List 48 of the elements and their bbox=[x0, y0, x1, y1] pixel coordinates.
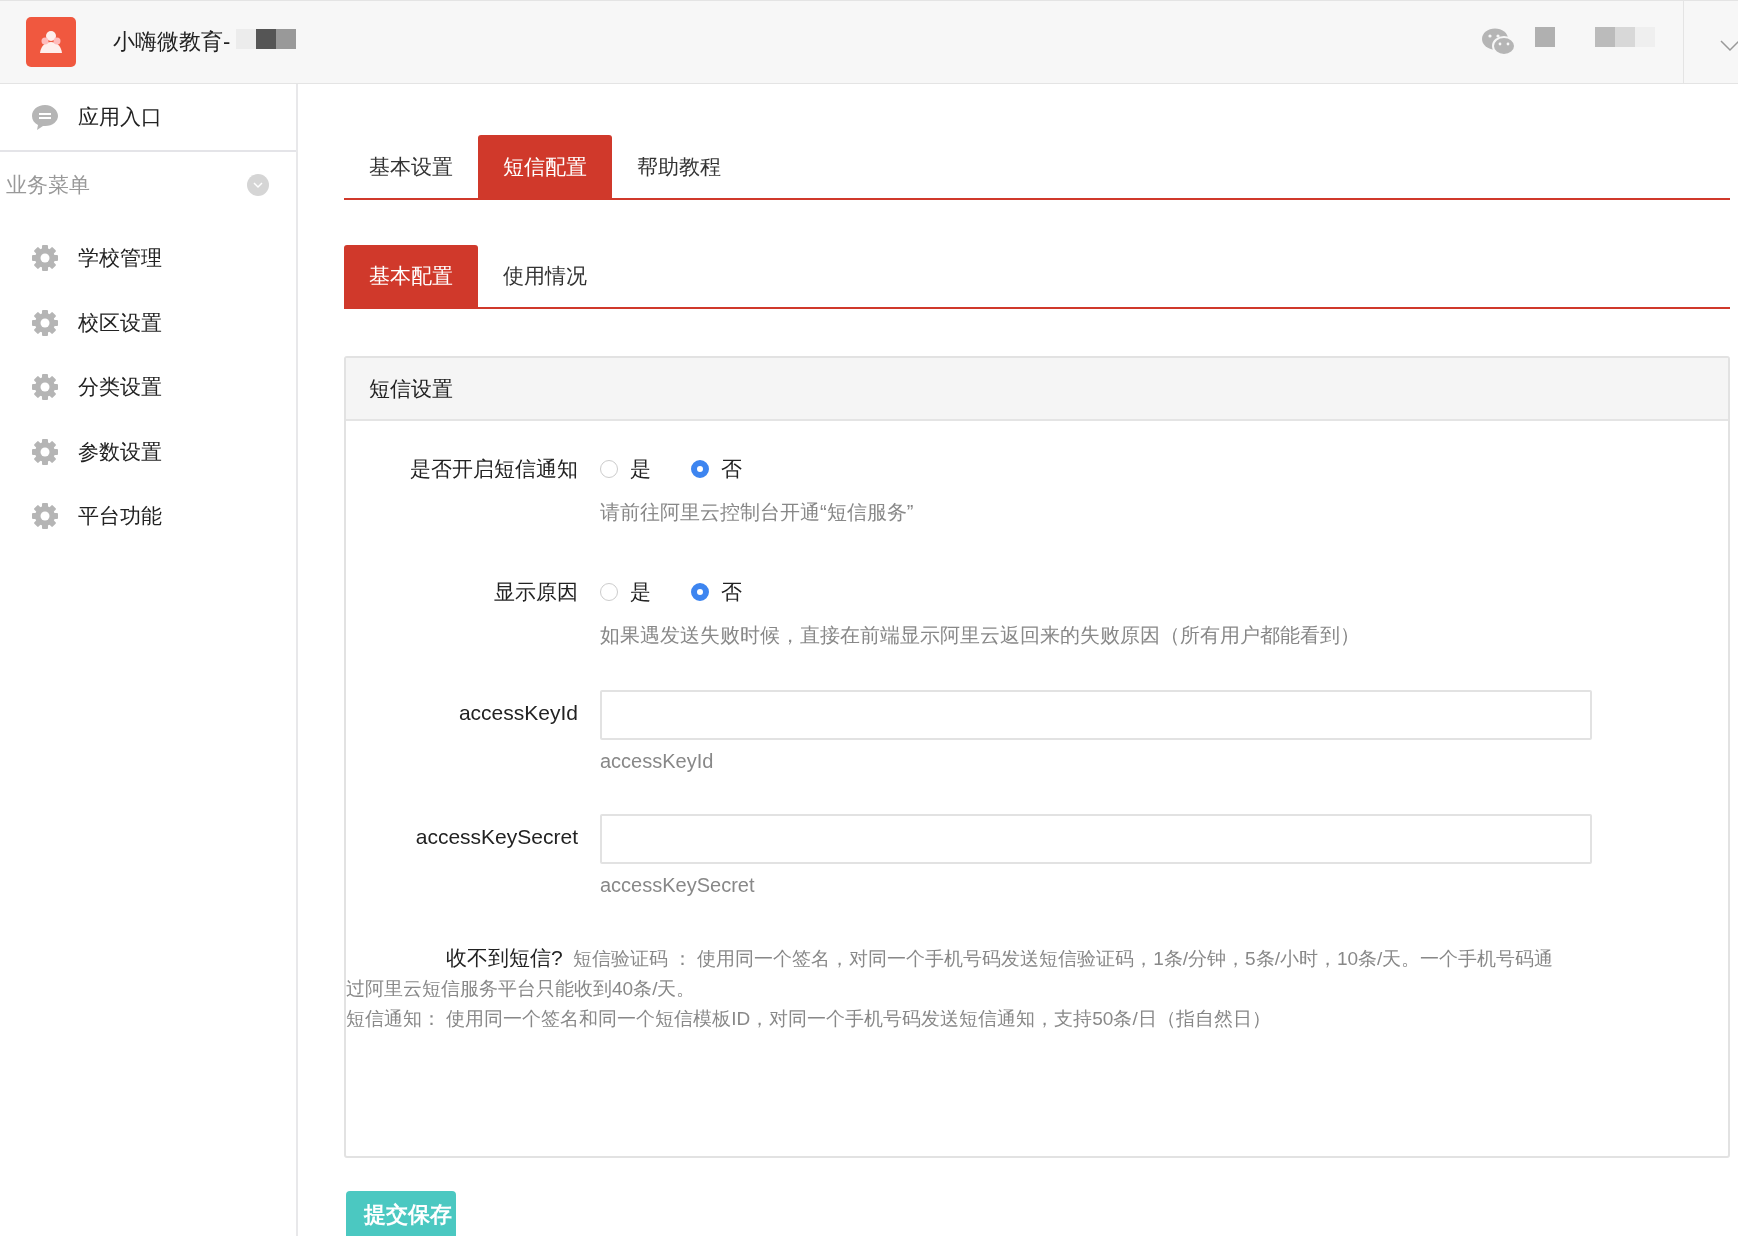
radio-button[interactable] bbox=[691, 460, 709, 478]
field-label: accessKeyId bbox=[457, 700, 578, 726]
sidebar-item[interactable]: 参数设置 bbox=[0, 419, 296, 484]
notice-title: 收不到短信? bbox=[446, 946, 563, 969]
radio-button[interactable] bbox=[691, 583, 709, 601]
wechat-icon[interactable] bbox=[1481, 27, 1517, 57]
input-field[interactable] bbox=[600, 814, 1592, 864]
help-text: 如果遇发送失败时候，直接在前端显示阿里云返回来的失败原因（所有用户都能看到） bbox=[600, 623, 1361, 648]
chevron-down-icon[interactable] bbox=[1720, 40, 1738, 52]
tab[interactable]: 基本配置 bbox=[344, 245, 478, 307]
tab[interactable]: 使用情况 bbox=[478, 245, 612, 307]
radio-label[interactable]: 否 bbox=[721, 578, 742, 606]
help-text: 请前往阿里云控制台开通“短信服务” bbox=[600, 500, 915, 525]
notice-text: 短信通知： 使用同一个签名和同一个短信模板ID，对同一个手机号码发送短信通知，支持50条/日（指自然日） bbox=[346, 1008, 1271, 1029]
gear-icon bbox=[30, 501, 60, 532]
radio-button[interactable] bbox=[600, 460, 618, 478]
notice-text: 过阿里云短信服务平台只能收到40条/天。 bbox=[346, 978, 696, 999]
radio-button[interactable] bbox=[600, 583, 618, 601]
chat-bubble-icon bbox=[30, 102, 60, 132]
sidebar-item[interactable]: 校区设置 bbox=[0, 290, 296, 355]
tab[interactable]: 帮助教程 bbox=[612, 135, 746, 198]
field-label: 显示原因 bbox=[493, 579, 578, 605]
sidebar-item[interactable]: 平台功能 bbox=[0, 484, 296, 549]
field-label: 是否开启短信通知 bbox=[409, 456, 578, 482]
radio-label[interactable]: 是 bbox=[630, 578, 651, 606]
section-title: 业务菜单 bbox=[6, 172, 90, 198]
redacted-block bbox=[1535, 27, 1555, 47]
gear-icon bbox=[30, 307, 60, 338]
radio-label[interactable]: 否 bbox=[721, 455, 742, 483]
tab[interactable]: 短信配置 bbox=[478, 135, 612, 198]
field-label: accessKeySecret bbox=[414, 824, 578, 850]
notice-text: 短信验证码 ： 使用同一个签名，对同一个手机号码发送短信验证码，1条/分钟，5条/小时，10条/天。一个手机号码通 bbox=[572, 948, 1554, 969]
panel-title: 短信设置 bbox=[346, 358, 1728, 421]
help-text: accessKeySecret bbox=[600, 874, 756, 897]
radio-label[interactable]: 是 bbox=[630, 455, 651, 483]
gear-icon bbox=[30, 243, 60, 274]
help-text: accessKeyId bbox=[600, 750, 715, 773]
app-title: 小嗨微教育- bbox=[113, 28, 231, 56]
gear-icon bbox=[30, 436, 60, 467]
sidebar-item[interactable]: 分类设置 bbox=[0, 355, 296, 420]
app-logo bbox=[26, 17, 76, 67]
tab[interactable]: 基本设置 bbox=[344, 135, 478, 198]
sidebar-item[interactable]: 学校管理 bbox=[0, 226, 296, 291]
redacted-block bbox=[1595, 27, 1655, 47]
redacted-block bbox=[236, 29, 297, 49]
gear-icon bbox=[30, 372, 60, 403]
input-field[interactable] bbox=[600, 690, 1592, 740]
chevron-down-icon[interactable] bbox=[246, 173, 270, 197]
